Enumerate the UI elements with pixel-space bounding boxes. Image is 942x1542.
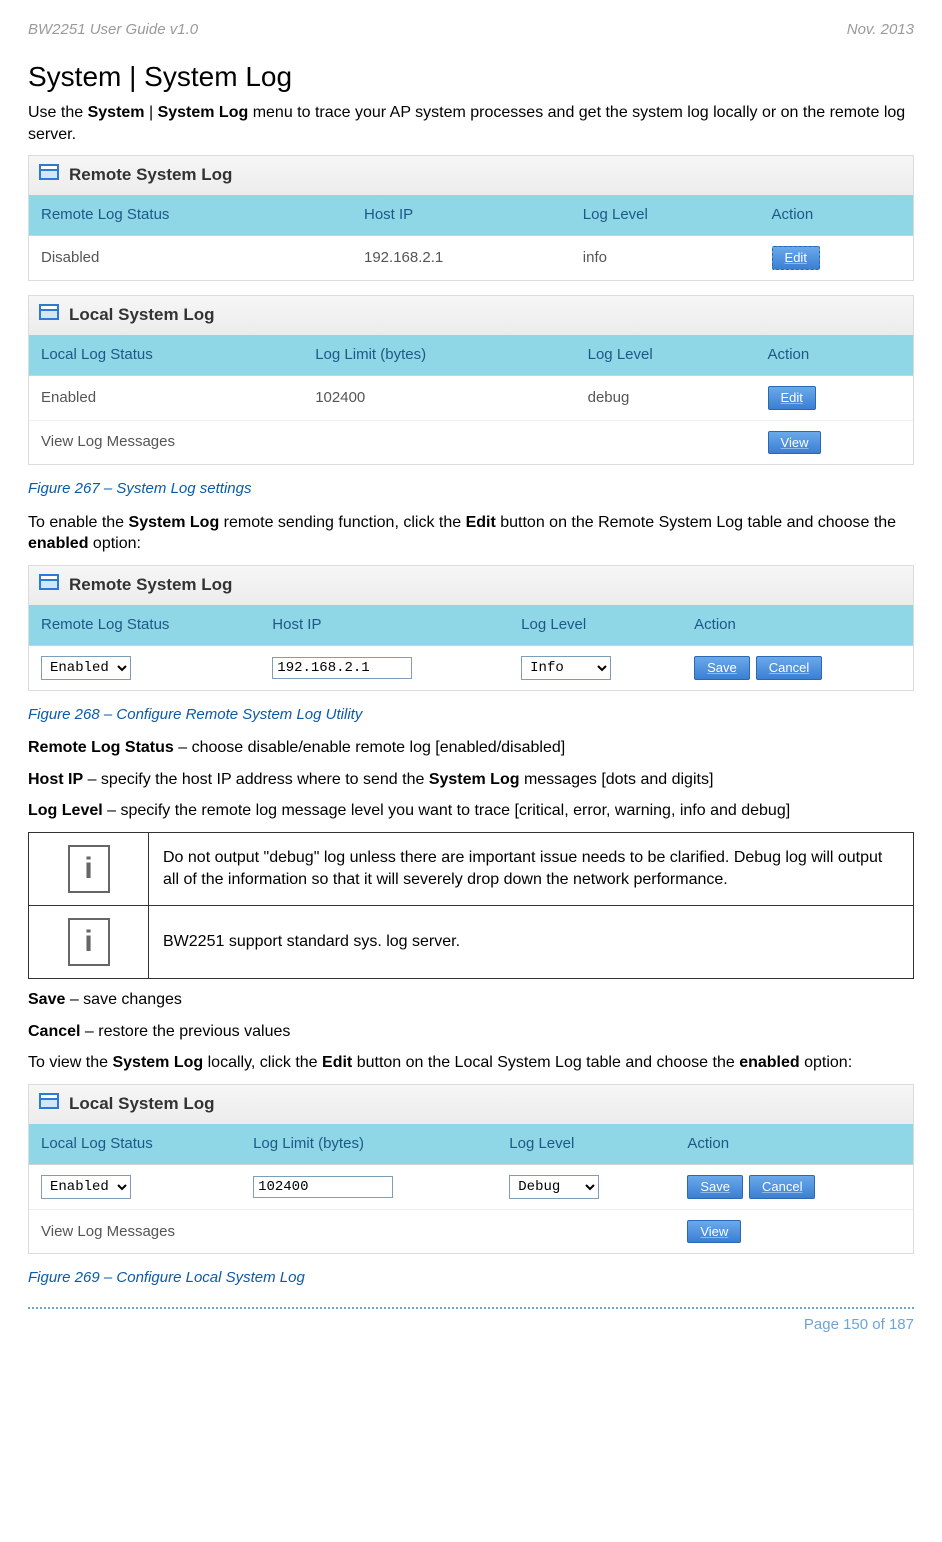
window-icon (39, 164, 59, 187)
edit-button[interactable]: Edit (768, 386, 816, 410)
table-row: Enabled Info Save Cancel (29, 645, 913, 690)
panel-title: Local System Log (69, 304, 214, 327)
panel-header: Remote System Log (29, 566, 913, 605)
table-row: Enabled Debug Save Cancel (29, 1164, 913, 1209)
remote-system-log-edit-panel: Remote System Log Remote Log Status Host… (28, 565, 914, 691)
col-header: Log Level (497, 1124, 675, 1165)
table-row: View Log Messages View (29, 1209, 913, 1253)
doc-title: BW2251 User Guide v1.0 (28, 20, 198, 40)
table-header-row: Local Log Status Log Limit (bytes) Log L… (29, 1124, 913, 1165)
col-header: Log Level (576, 335, 756, 376)
col-header: Log Limit (bytes) (241, 1124, 497, 1165)
info-text: Do not output "debug" log unless there a… (149, 832, 914, 905)
log-level-select[interactable]: Debug (509, 1175, 599, 1199)
definition: Save – save changes (28, 989, 914, 1011)
col-header: Action (682, 605, 913, 646)
definition: Log Level – specify the remote log messa… (28, 800, 914, 822)
info-text: BW2251 support standard sys. log server. (149, 905, 914, 978)
host-ip-input[interactable] (272, 657, 412, 679)
col-header: Host IP (352, 195, 571, 236)
paragraph: To enable the System Log remote sending … (28, 512, 914, 555)
local-status-select[interactable]: Enabled (41, 1175, 131, 1199)
local-system-log-panel: Local System Log Local Log Status Log Li… (28, 295, 914, 465)
info-row: i Do not output "debug" log unless there… (29, 832, 914, 905)
paragraph: To view the System Log locally, click th… (28, 1052, 914, 1074)
col-header: Local Log Status (29, 335, 303, 376)
intro-paragraph: Use the System | System Log menu to trac… (28, 102, 914, 145)
save-button[interactable]: Save (694, 656, 750, 680)
level-cell: debug (576, 376, 756, 421)
col-header: Log Level (509, 605, 682, 646)
view-log-label: View Log Messages (29, 1209, 675, 1253)
remote-log-table: Remote Log Status Host IP Log Level Acti… (29, 195, 913, 280)
save-button[interactable]: Save (687, 1175, 743, 1199)
page-title: System | System Log (28, 58, 914, 96)
page-header: BW2251 User Guide v1.0 Nov. 2013 (28, 20, 914, 40)
level-cell: info (571, 236, 760, 280)
table-row: Enabled 102400 debug Edit (29, 376, 913, 421)
panel-title: Local System Log (69, 1093, 214, 1116)
remote-log-edit-table: Remote Log Status Host IP Log Level Acti… (29, 605, 913, 690)
status-cell: Enabled (29, 376, 303, 421)
info-table: i Do not output "debug" log unless there… (28, 832, 914, 979)
col-header: Log Limit (bytes) (303, 335, 575, 376)
info-icon-cell: i (29, 832, 149, 905)
definition: Cancel – restore the previous values (28, 1021, 914, 1043)
col-header: Remote Log Status (29, 195, 352, 236)
definition: Remote Log Status – choose disable/enabl… (28, 737, 914, 759)
log-level-select[interactable]: Info (521, 656, 611, 680)
cancel-button[interactable]: Cancel (749, 1175, 815, 1199)
col-header: Local Log Status (29, 1124, 241, 1165)
col-header: Log Level (571, 195, 760, 236)
panel-header: Local System Log (29, 1085, 913, 1124)
definition: Host IP – specify the host IP address wh… (28, 769, 914, 791)
panel-title: Remote System Log (69, 574, 232, 597)
panel-header: Remote System Log (29, 156, 913, 195)
window-icon (39, 574, 59, 597)
view-button[interactable]: View (768, 431, 822, 455)
remote-status-select[interactable]: Enabled (41, 656, 131, 680)
footer-separator (28, 1307, 914, 1309)
window-icon (39, 1093, 59, 1116)
info-icon: i (68, 918, 110, 966)
col-header: Action (756, 335, 913, 376)
figure-caption: Figure 268 – Configure Remote System Log… (28, 705, 914, 725)
info-row: i BW2251 support standard sys. log serve… (29, 905, 914, 978)
table-row: View Log Messages View (29, 420, 913, 464)
status-cell: Disabled (29, 236, 352, 280)
col-header: Remote Log Status (29, 605, 260, 646)
table-header-row: Local Log Status Log Limit (bytes) Log L… (29, 335, 913, 376)
info-icon: i (68, 845, 110, 893)
col-header: Host IP (260, 605, 509, 646)
table-header-row: Remote Log Status Host IP Log Level Acti… (29, 195, 913, 236)
limit-cell: 102400 (303, 376, 575, 421)
col-header: Action (675, 1124, 913, 1165)
panel-header: Local System Log (29, 296, 913, 335)
table-header-row: Remote Log Status Host IP Log Level Acti… (29, 605, 913, 646)
window-icon (39, 304, 59, 327)
log-limit-input[interactable] (253, 1176, 393, 1198)
cancel-button[interactable]: Cancel (756, 656, 822, 680)
host-cell: 192.168.2.1 (352, 236, 571, 280)
panel-title: Remote System Log (69, 164, 232, 187)
remote-system-log-panel: Remote System Log Remote Log Status Host… (28, 155, 914, 281)
figure-caption: Figure 267 – System Log settings (28, 479, 914, 499)
view-log-label: View Log Messages (29, 420, 756, 464)
col-header: Action (760, 195, 913, 236)
table-row: Disabled 192.168.2.1 info Edit (29, 236, 913, 280)
figure-caption: Figure 269 – Configure Local System Log (28, 1268, 914, 1288)
info-icon-cell: i (29, 905, 149, 978)
local-log-edit-table: Local Log Status Log Limit (bytes) Log L… (29, 1124, 913, 1254)
local-system-log-edit-panel: Local System Log Local Log Status Log Li… (28, 1084, 914, 1255)
page-number: Page 150 of 187 (28, 1315, 914, 1335)
view-button[interactable]: View (687, 1220, 741, 1244)
local-log-table: Local Log Status Log Limit (bytes) Log L… (29, 335, 913, 464)
edit-button[interactable]: Edit (772, 246, 820, 270)
doc-date: Nov. 2013 (847, 20, 914, 40)
